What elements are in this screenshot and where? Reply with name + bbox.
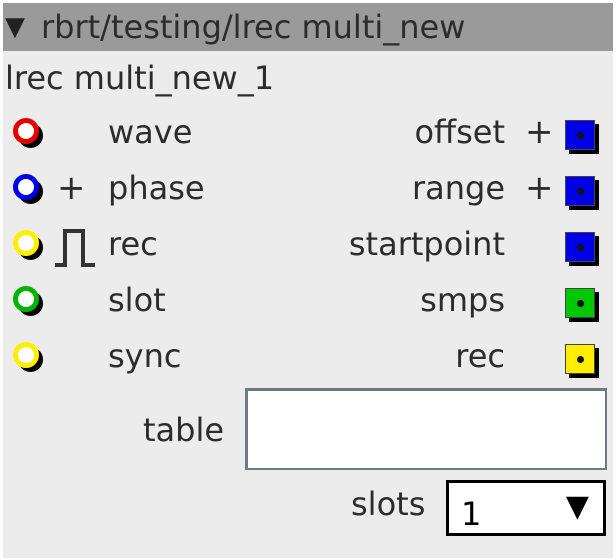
output-label-rec: rec [455,337,505,375]
output-label-smps: smps [420,281,505,319]
input-port-rec-icon[interactable] [13,230,43,260]
table-input[interactable] [245,388,607,470]
plus-icon: + [525,168,554,208]
input-port-sync-icon[interactable] [13,342,43,372]
port-row-sync: sync rec [3,333,613,383]
input-label-slot: slot [108,281,166,319]
chevron-down-icon: ▼ [565,489,589,524]
output-port-range-icon[interactable] [565,176,599,210]
port-ring [13,230,39,256]
input-port-phase-icon[interactable] [13,174,43,204]
module-name: lrec multi_new_1 [5,59,275,97]
port-row-slot: slot smps [3,277,613,327]
window-title: rbrt/testing/lrec multi_new [41,8,466,46]
output-port-rec-icon[interactable] [565,344,599,378]
slots-selected-value: 1 [461,495,482,533]
port-row-phase: + phase range + [3,165,613,215]
output-label-range: range [411,169,505,207]
plus-icon: + [525,112,554,152]
input-label-wave: wave [108,113,193,151]
port-row-rec: rec startpoint [3,221,613,271]
pulse-icon [55,229,95,267]
output-port-offset-icon[interactable] [565,120,599,154]
output-label-offset: offset [414,113,505,151]
port-ring [13,118,39,144]
module-panel: ▼ rbrt/testing/lrec multi_new lrec multi… [3,3,613,558]
output-port-startpoint-icon[interactable] [565,232,599,266]
input-port-slot-icon[interactable] [13,286,43,316]
plus-icon: + [57,168,86,208]
output-label-startpoint: startpoint [348,225,505,263]
collapse-toggle-icon[interactable]: ▼ [5,3,41,51]
port-ring [13,342,39,368]
input-port-wave-icon[interactable] [13,118,43,148]
input-label-rec: rec [108,225,158,263]
input-label-phase: phase [108,169,205,207]
slots-dropdown[interactable]: 1 ▼ [446,480,606,536]
title-bar[interactable]: ▼ rbrt/testing/lrec multi_new [3,3,613,51]
port-row-wave: wave offset + [3,109,613,159]
port-ring [13,174,39,200]
port-ring [13,286,39,312]
table-label: table [143,411,225,449]
slots-label: slots [351,485,426,523]
output-port-smps-icon[interactable] [565,288,599,322]
input-label-sync: sync [108,337,182,375]
